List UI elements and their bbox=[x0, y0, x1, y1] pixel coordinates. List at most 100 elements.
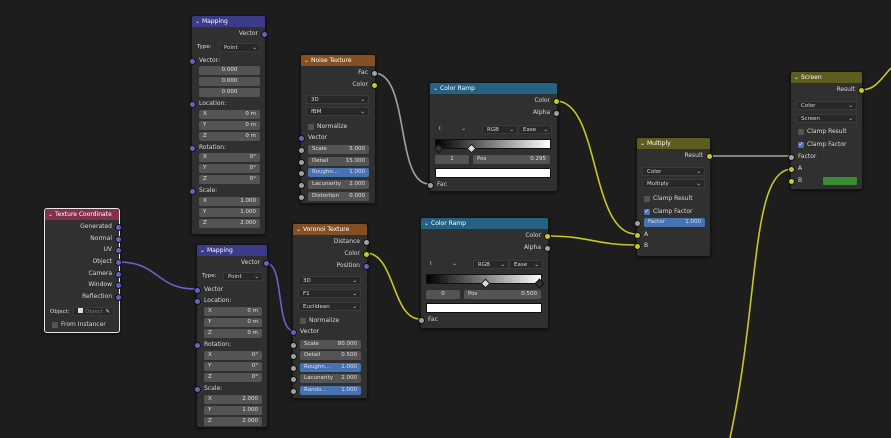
socket-float[interactable] bbox=[553, 110, 560, 117]
chevron-down-icon[interactable]: ⌄ bbox=[296, 224, 301, 235]
checkbox-icon[interactable] bbox=[644, 196, 650, 202]
socket-vector[interactable] bbox=[194, 386, 201, 393]
socket-float[interactable] bbox=[290, 342, 297, 349]
multiply-blend-dropdown[interactable]: Multiply ⌄ bbox=[642, 179, 705, 188]
mapping-node-1-header[interactable]: ⌄ Mapping bbox=[192, 16, 265, 27]
socket-color[interactable] bbox=[788, 178, 795, 185]
socket-color[interactable] bbox=[544, 233, 551, 240]
socket-color[interactable] bbox=[553, 98, 560, 105]
noise-distortion-field[interactable]: Distortion 0.000 bbox=[308, 192, 369, 201]
mapping2-scale-z[interactable]: Z 2.000 bbox=[204, 417, 262, 426]
chevron-down-icon[interactable]: ⌄ bbox=[424, 218, 429, 229]
noise-detail-field[interactable]: Detail 15.000 bbox=[308, 157, 369, 166]
socket-vector[interactable] bbox=[189, 101, 196, 108]
texture-coordinate-node[interactable]: ⌄ Texture Coordinate Generated Normal UV … bbox=[44, 208, 122, 333]
multiply-clamp-result[interactable]: Clamp Result bbox=[637, 194, 710, 204]
chevron-down-icon[interactable]: ⌄ bbox=[794, 72, 799, 83]
screen-header[interactable]: ⌄ Screen bbox=[791, 72, 862, 83]
socket-vector[interactable] bbox=[115, 247, 122, 254]
multiply-factor-field[interactable]: Factor 1.000 bbox=[644, 218, 705, 227]
socket-float[interactable] bbox=[363, 239, 370, 246]
mapping1-vector-y[interactable]: 0.000 bbox=[199, 77, 260, 86]
voronoi-detail-field[interactable]: Detail 0.500 bbox=[300, 351, 361, 360]
multiply-type-dropdown[interactable]: Color ⌄ bbox=[642, 167, 705, 176]
voronoi-feature-dropdown[interactable]: F1 ⌄ bbox=[298, 289, 361, 298]
socket-vector[interactable] bbox=[189, 145, 196, 152]
chevron-down-icon[interactable]: ⌄ bbox=[640, 138, 645, 149]
chevron-down-icon[interactable]: ⌄ bbox=[433, 83, 438, 94]
ramp2-position-field[interactable]: Pos 0.500 bbox=[464, 290, 541, 299]
socket-float[interactable] bbox=[418, 317, 425, 324]
ramp2-stop-menu[interactable]: I ⌄ bbox=[426, 260, 460, 269]
socket-vector[interactable] bbox=[115, 271, 122, 278]
color-ramp-node-2[interactable]: ⌄ Color Ramp Color Alpha I ⌄ RGB ⌄ Ease ⌄ 0 … bbox=[418, 217, 551, 329]
noise-texture-header[interactable]: ⌄ Noise Texture bbox=[301, 55, 375, 66]
mapping1-scale-z[interactable]: Z 2.000 bbox=[199, 219, 260, 228]
mapping1-rotation-z[interactable]: Z 0° bbox=[199, 175, 260, 184]
mapping2-rotation-z[interactable]: Z 0° bbox=[204, 373, 262, 382]
checkbox-icon[interactable] bbox=[300, 318, 306, 324]
chevron-down-icon[interactable]: ⌄ bbox=[195, 16, 200, 27]
socket-color[interactable] bbox=[363, 251, 370, 258]
socket-vector[interactable] bbox=[189, 188, 196, 195]
mapping-node-1[interactable]: ⌄ Mapping Vector Type: Point ⌄ Vector: 0.0… bbox=[189, 15, 268, 235]
voronoi-roughness-field[interactable]: Roughn... 1.000 bbox=[300, 363, 361, 372]
multiply-header[interactable]: ⌄ Multiply bbox=[637, 138, 710, 149]
mapping2-scale-x[interactable]: X 2.000 bbox=[204, 395, 262, 404]
mapping1-rotation-y[interactable]: Y 0° bbox=[199, 164, 260, 173]
checkbox-icon[interactable] bbox=[308, 124, 314, 130]
socket-float[interactable] bbox=[298, 159, 305, 166]
noise-basis-dropdown[interactable]: fBM ⌄ bbox=[306, 107, 369, 116]
screen-mix-node[interactable]: ⌄ Screen Result Color ⌄ Screen ⌄ Clamp Resu… bbox=[788, 71, 865, 190]
chevron-down-icon[interactable]: ⌄ bbox=[48, 209, 53, 220]
mapping2-rotation-x[interactable]: X 0° bbox=[204, 351, 262, 360]
checkbox-checked-icon[interactable] bbox=[644, 207, 650, 217]
screen-clamp-factor[interactable]: Clamp Factor bbox=[791, 140, 862, 150]
ramp1-stop-menu[interactable]: I ⌄ bbox=[435, 125, 469, 134]
socket-color[interactable] bbox=[858, 87, 865, 94]
mapping1-vector-x[interactable]: 0.000 bbox=[199, 66, 260, 75]
socket-float[interactable] bbox=[371, 70, 378, 77]
mapping1-location-x[interactable]: X0 m bbox=[199, 110, 260, 119]
socket-vector[interactable] bbox=[115, 224, 122, 231]
socket-float[interactable] bbox=[298, 170, 305, 177]
chevron-down-icon[interactable]: ⌄ bbox=[304, 55, 309, 66]
mapping-node-2-header[interactable]: ⌄ Mapping bbox=[197, 245, 267, 256]
noise-dimension-dropdown[interactable]: 3D ⌄ bbox=[306, 95, 369, 104]
voronoi-metric-dropdown[interactable]: Euclidean ⌄ bbox=[298, 302, 361, 311]
socket-vector[interactable] bbox=[115, 282, 122, 289]
noise-texture-node[interactable]: ⌄ Noise Texture Fac Color 3D ⌄ fBM ⌄ Normal… bbox=[298, 54, 378, 204]
ramp2-interpolation[interactable]: Ease ⌄ bbox=[509, 260, 543, 269]
texture-coordinate-header[interactable]: ⌄ Texture Coordinate bbox=[45, 209, 119, 220]
socket-float[interactable] bbox=[634, 220, 641, 227]
checkbox-icon[interactable] bbox=[52, 322, 58, 328]
mapping1-rotation-x[interactable]: X 0° bbox=[199, 153, 260, 162]
socket-float[interactable] bbox=[298, 147, 305, 154]
noise-scale-field[interactable]: Scale 5.000 bbox=[308, 145, 369, 154]
texcoord-from-instancer[interactable]: From Instancer bbox=[45, 320, 119, 330]
texcoord-object-picker[interactable]: Object ✎ bbox=[73, 307, 114, 316]
socket-vector[interactable] bbox=[115, 236, 122, 243]
mapping1-location-y[interactable]: Y0 m bbox=[199, 121, 260, 130]
noise-roughness-field[interactable]: Roughn... 1.000 bbox=[308, 168, 369, 177]
noise-normalize-checkbox[interactable]: Normalize bbox=[301, 122, 375, 132]
screen-type-dropdown[interactable]: Color ⌄ bbox=[796, 101, 857, 110]
ramp2-color-mode[interactable]: RGB ⌄ bbox=[473, 260, 509, 269]
socket-vector[interactable] bbox=[194, 342, 201, 349]
socket-vector[interactable] bbox=[194, 287, 201, 294]
ramp1-stop-index[interactable]: 1 bbox=[435, 155, 469, 164]
mapping1-location-z[interactable]: Z0 m bbox=[199, 132, 260, 141]
mapping2-scale-y[interactable]: Y 1.000 bbox=[204, 406, 262, 415]
voronoi-scale-field[interactable]: Scale 80.000 bbox=[300, 340, 361, 349]
voronoi-lacunarity-field[interactable]: Lacunarity 2.000 bbox=[300, 374, 361, 383]
socket-color[interactable] bbox=[788, 166, 795, 173]
checkbox-checked-icon[interactable] bbox=[798, 140, 804, 150]
socket-float[interactable] bbox=[788, 154, 795, 161]
ramp2-stop-index[interactable]: 0 bbox=[426, 290, 460, 299]
socket-vector[interactable] bbox=[263, 260, 270, 267]
voronoi-normalize-checkbox[interactable]: Normalize bbox=[293, 316, 367, 326]
mapping2-location-x[interactable]: X0 m bbox=[204, 307, 262, 316]
mapping2-type-dropdown[interactable]: Point ⌄ bbox=[223, 272, 263, 281]
ramp1-gradient[interactable] bbox=[435, 139, 551, 149]
socket-float[interactable] bbox=[298, 182, 305, 189]
